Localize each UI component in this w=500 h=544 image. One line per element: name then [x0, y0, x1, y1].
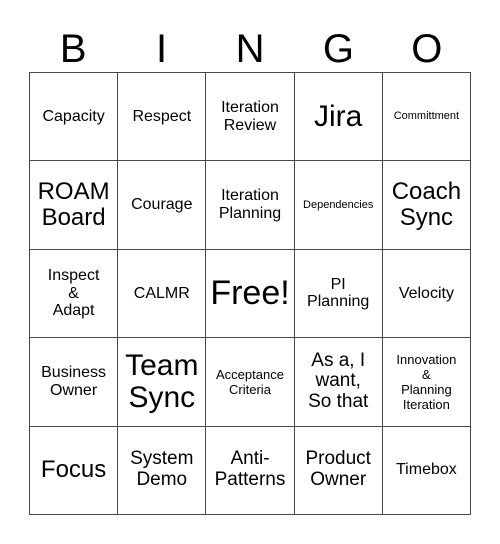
bingo-cell[interactable]: Anti- Patterns	[206, 426, 295, 515]
bingo-cell[interactable]: Velocity	[382, 249, 471, 339]
bingo-card: B I N G O Capacity Respect Iteration Rev…	[0, 0, 500, 544]
bingo-cell-label: Inspect & Adapt	[47, 266, 100, 320]
header-letter-g: G	[322, 27, 354, 71]
bingo-cell-label: Focus	[40, 456, 107, 484]
header-letter-b: B	[59, 27, 87, 71]
bingo-header: B I N G O	[29, 14, 471, 72]
bingo-cell-label: Acceptance Criteria	[216, 366, 284, 397]
bingo-cell[interactable]: Jira	[294, 73, 383, 162]
bingo-cell-label: Iteration Review	[221, 98, 279, 134]
bingo-cell[interactable]: Product Owner	[294, 426, 383, 515]
bingo-grid: Capacity Respect Iteration Review Jira C…	[29, 72, 471, 515]
bingo-cell-label: ROAM Board	[37, 178, 110, 232]
bingo-cell[interactable]: Team Sync	[118, 338, 207, 427]
header-letter-i: I	[156, 27, 168, 71]
bingo-cell-label: Anti- Patterns	[214, 448, 286, 491]
bingo-cell[interactable]: Business Owner	[30, 338, 119, 427]
bingo-cell[interactable]: System Demo	[118, 426, 207, 515]
bingo-cell[interactable]: ROAM Board	[30, 161, 119, 250]
bingo-cell-label: CALMR	[133, 284, 190, 302]
bingo-cell-label: Iteration Planning	[218, 187, 282, 223]
bingo-cell[interactable]: Committment	[382, 73, 471, 162]
bingo-cell-label: Respect	[132, 107, 192, 125]
bingo-cell[interactable]: As a, I want, So that	[294, 338, 383, 427]
bingo-cell-label: Team Sync	[125, 349, 199, 414]
bingo-cell[interactable]: Dependencies	[294, 161, 383, 250]
bingo-cell-label: Jira	[314, 99, 363, 133]
header-letter-n: N	[235, 27, 265, 71]
bingo-cell[interactable]: Iteration Review	[206, 73, 295, 162]
bingo-cell-label: Innovation & Planning Iteration	[396, 351, 457, 412]
bingo-cell[interactable]: Coach Sync	[382, 161, 471, 250]
bingo-cell-label: Business Owner	[41, 363, 107, 399]
bingo-cell-label: System Demo	[130, 448, 194, 491]
bingo-cell[interactable]: Timebox	[382, 426, 471, 515]
bingo-cell-label: Dependencies	[303, 198, 374, 211]
bingo-cell[interactable]: Respect	[118, 73, 207, 162]
bingo-cell-label: Velocity	[398, 284, 454, 302]
bingo-cell-label: PI Planning	[307, 275, 370, 311]
bingo-cell[interactable]: Inspect & Adapt	[30, 249, 119, 339]
bingo-cell-free[interactable]: Free!	[206, 249, 295, 339]
bingo-cell[interactable]: Courage	[118, 161, 207, 250]
bingo-cell-label: Product Owner	[305, 448, 371, 491]
bingo-cell-label: Capacity	[42, 107, 105, 125]
bingo-cell[interactable]: PI Planning	[294, 249, 383, 339]
bingo-cell[interactable]: Capacity	[30, 73, 119, 162]
bingo-cell[interactable]: Innovation & Planning Iteration	[382, 338, 471, 427]
bingo-cell-label: Coach Sync	[391, 178, 462, 232]
bingo-cell-label: Courage	[131, 196, 193, 214]
bingo-cell-label: As a, I want, So that	[308, 349, 369, 413]
bingo-cell[interactable]: CALMR	[118, 249, 207, 339]
bingo-cell-label: Committment	[393, 110, 460, 123]
bingo-cell[interactable]: Iteration Planning	[206, 161, 295, 250]
header-letter-o: O	[411, 27, 443, 71]
bingo-cell[interactable]: Focus	[30, 426, 119, 515]
bingo-cell-label: Timebox	[396, 461, 457, 479]
bingo-cell-label: Free!	[210, 273, 290, 312]
bingo-cell[interactable]: Acceptance Criteria	[206, 338, 295, 427]
